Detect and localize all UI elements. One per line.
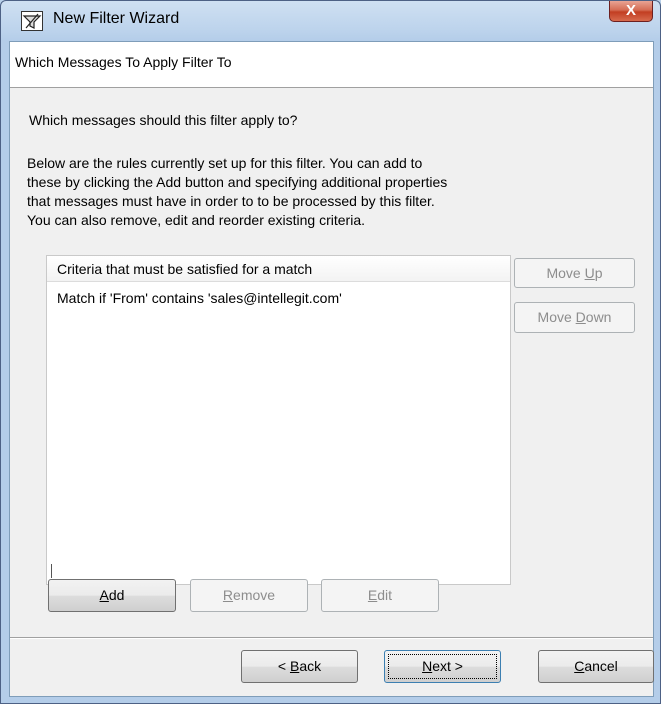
- title-bar[interactable]: New Filter Wizard X: [1, 1, 660, 41]
- page-title: Which Messages To Apply Filter To: [15, 54, 232, 70]
- button-label: ext >: [432, 658, 463, 674]
- wizard-window: New Filter Wizard X Which Messages To Ap…: [0, 0, 661, 704]
- window-title: New Filter Wizard: [53, 10, 180, 27]
- button-separator: [10, 637, 653, 639]
- access-key: D: [575, 309, 586, 325]
- button-label: emove: [233, 587, 276, 603]
- description-line: that messages must have in order to to b…: [27, 193, 435, 209]
- description-text: Below are the rules currently set up for…: [27, 154, 547, 230]
- question-text: Which messages should this filter apply …: [29, 112, 298, 128]
- access-key: E: [367, 587, 378, 603]
- access-key: C: [574, 658, 585, 674]
- access-key: N: [422, 658, 433, 674]
- button-label: ack: [299, 658, 322, 674]
- column-header-label: Criteria that must be satisfied for a ma…: [57, 261, 313, 277]
- edit-button[interactable]: Edit: [321, 579, 439, 612]
- move-up-button[interactable]: Move Up: [514, 258, 635, 288]
- remove-button[interactable]: Remove: [190, 579, 308, 612]
- list-caret: [51, 564, 52, 578]
- filter-wizard-icon: [21, 11, 43, 31]
- access-key: B: [289, 658, 300, 674]
- criteria-list-item[interactable]: Match if 'From' contains 'sales@intelleg…: [57, 290, 342, 306]
- button-label: Move: [537, 309, 576, 325]
- add-button[interactable]: Add: [48, 579, 176, 612]
- access-key: A: [99, 587, 109, 603]
- button-label: dd: [108, 587, 125, 603]
- button-label: Move: [546, 265, 585, 281]
- button-label: dit: [377, 587, 393, 603]
- access-key: U: [584, 265, 595, 281]
- button-label: own: [585, 309, 612, 325]
- criteria-column-header[interactable]: Criteria that must be satisfied for a ma…: [47, 256, 510, 282]
- criteria-list[interactable]: Criteria that must be satisfied for a ma…: [46, 255, 511, 585]
- button-label: <: [277, 658, 290, 674]
- page-header: Which Messages To Apply Filter To: [10, 42, 653, 88]
- wizard-client-area: Which Messages To Apply Filter To Which …: [9, 41, 654, 697]
- description-line: Below are the rules currently set up for…: [27, 155, 423, 171]
- access-key: R: [222, 587, 234, 603]
- move-down-button[interactable]: Move Down: [514, 302, 635, 333]
- cancel-button[interactable]: Cancel: [538, 650, 654, 683]
- description-line: You can also remove, edit and reorder ex…: [27, 212, 365, 228]
- close-icon: X: [625, 2, 636, 19]
- next-button[interactable]: Next >: [384, 650, 501, 683]
- button-label: ancel: [584, 658, 618, 674]
- button-label: p: [594, 265, 603, 281]
- back-button[interactable]: < Back: [241, 650, 358, 683]
- close-button[interactable]: X: [609, 1, 653, 22]
- description-line: these by clicking the Add button and spe…: [27, 174, 448, 190]
